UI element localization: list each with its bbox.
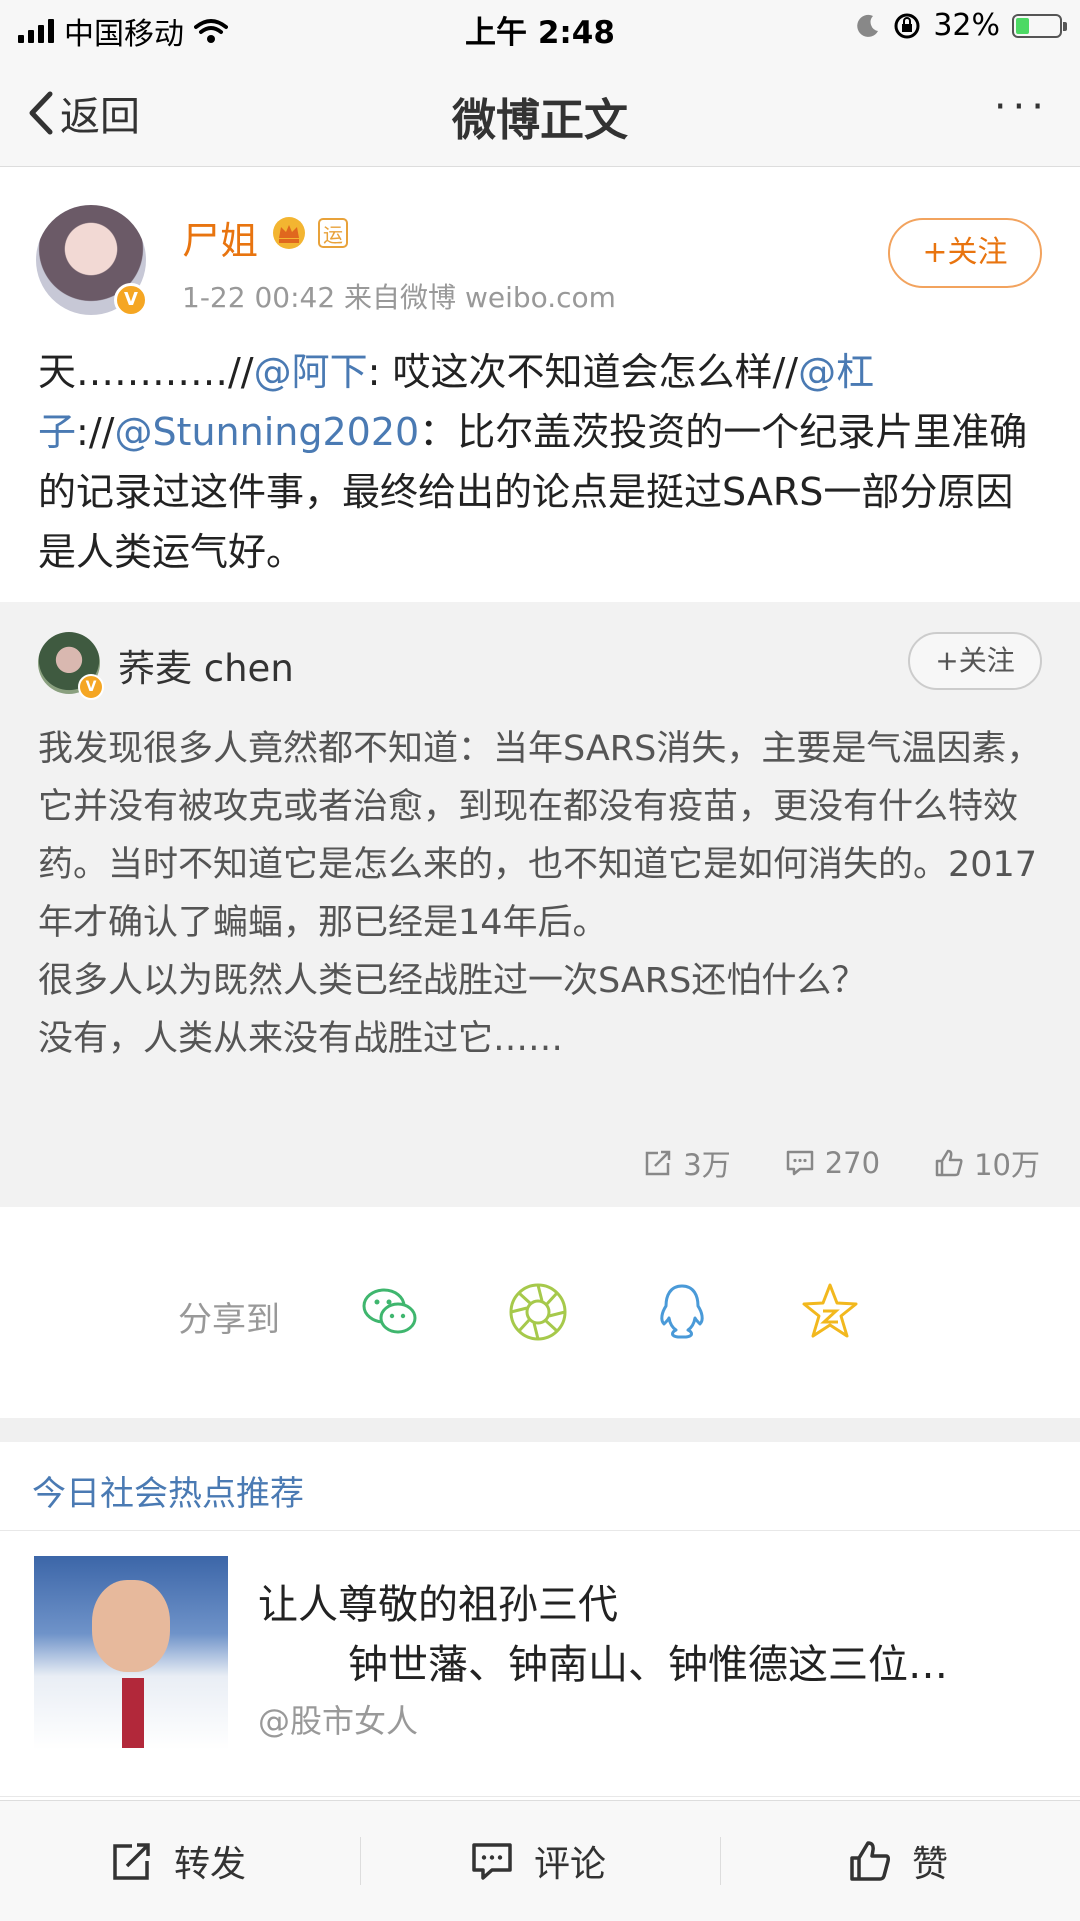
post-text-segment: 天…………// xyxy=(38,350,254,394)
recommend-thumbnail[interactable] xyxy=(34,1556,228,1750)
more-icon: ··· xyxy=(993,84,1050,130)
author-name[interactable]: 尸姐 xyxy=(182,210,258,265)
yun-badge-icon: 运 xyxy=(318,218,348,248)
status-bar: 中国移动 上午 2:48 32% xyxy=(0,0,1080,54)
repost-label: 转发 xyxy=(174,1844,247,1885)
status-right: 32% xyxy=(855,8,1067,43)
comment-count[interactable]: 270 xyxy=(785,1142,880,1184)
repost-icon xyxy=(646,1150,671,1176)
divider xyxy=(0,1530,1080,1531)
post-text-segment: : 哎这次不知道会怎么样// xyxy=(367,350,799,394)
retweet-card[interactable]: V 荞麦 chen +关注 我发现很多人竟然都不知道：当年SARS消失，主要是气… xyxy=(0,602,1080,1207)
nav-bar: 返回 微博正文 ··· xyxy=(0,54,1080,167)
verified-badge-icon: V xyxy=(114,283,148,317)
retweet-author[interactable]: 荞麦 chen xyxy=(118,638,294,692)
retweet-text-line: 我发现很多人竟然都不知道：当年SARS消失，主要是气温因素，它并没有被攻克或者治… xyxy=(38,729,1042,943)
wechat-icon[interactable] xyxy=(358,1280,422,1344)
divider xyxy=(0,1796,1080,1797)
comment-label: 评论 xyxy=(534,1844,607,1885)
retweet-text-line: 没有，人类从来没有战胜过它…… xyxy=(38,1019,564,1059)
battery-icon xyxy=(1012,13,1067,38)
like-count-label: 10万 xyxy=(974,1148,1040,1182)
like-button[interactable]: 赞 xyxy=(848,1829,948,1893)
recommend-author[interactable]: @股市女人 xyxy=(258,1696,418,1742)
mention-link[interactable]: @阿下 xyxy=(254,350,368,394)
recommend-title[interactable]: 让人尊敬的祖孙三代 xyxy=(258,1572,618,1630)
retweet-text-line: 很多人以为既然人类已经战胜过一次SARS还怕什么？ xyxy=(38,961,867,1001)
comment-count-label: 270 xyxy=(824,1146,881,1180)
rotation-lock-icon xyxy=(894,13,920,38)
page-title: 微博正文 xyxy=(452,95,628,146)
retweet-follow-button[interactable]: +关注 xyxy=(908,632,1042,690)
divider xyxy=(360,1837,361,1885)
more-button[interactable]: ··· xyxy=(994,84,1050,130)
thumbs-up-icon xyxy=(850,1841,890,1881)
repost-count[interactable]: 3万 xyxy=(643,1142,731,1184)
mention-link[interactable]: @Stunning2020 xyxy=(114,410,419,454)
like-label: 赞 xyxy=(912,1844,949,1885)
qq-icon[interactable] xyxy=(650,1280,714,1344)
bottom-toolbar: 转发 评论 赞 xyxy=(0,1800,1080,1921)
retweet-stats: 3万 270 10万 xyxy=(643,1142,1040,1184)
like-count[interactable]: 10万 xyxy=(934,1142,1040,1184)
comment-icon xyxy=(472,1843,512,1880)
follow-button[interactable]: +关注 xyxy=(888,218,1042,288)
moon-icon xyxy=(857,14,879,37)
retweet-verified-icon: V xyxy=(78,674,104,700)
post-meta: 1-22 00:42 来自微博 weibo.com xyxy=(182,281,616,314)
repost-icon xyxy=(113,1843,150,1880)
crown-icon xyxy=(273,217,305,249)
repost-button[interactable]: 转发 xyxy=(110,1829,246,1893)
recommend-subtitle[interactable]: 钟世藩、钟南山、钟惟德这三位… xyxy=(348,1632,948,1690)
divider xyxy=(720,1837,721,1885)
qzone-icon[interactable] xyxy=(798,1280,862,1344)
share-label: 分享到 xyxy=(178,1300,280,1340)
post-text-segment: :// xyxy=(76,410,115,454)
thumbs-up-icon xyxy=(935,1149,963,1177)
comment-button[interactable]: 评论 xyxy=(470,1829,606,1893)
battery-percent: 32% xyxy=(933,8,1000,43)
post-text: 天…………//@阿下: 哎这次不知道会怎么样//@杠子://@Stunning2… xyxy=(38,342,1048,582)
retweet-text: 我发现很多人竟然都不知道：当年SARS消失，主要是气温因素，它并没有被攻克或者治… xyxy=(38,720,1048,1068)
moments-icon[interactable] xyxy=(506,1280,570,1344)
comment-icon xyxy=(786,1150,813,1176)
recommend-header: 今日社会热点推荐 xyxy=(32,1474,304,1514)
repost-count-label: 3万 xyxy=(683,1148,731,1182)
section-divider xyxy=(0,1418,1080,1442)
